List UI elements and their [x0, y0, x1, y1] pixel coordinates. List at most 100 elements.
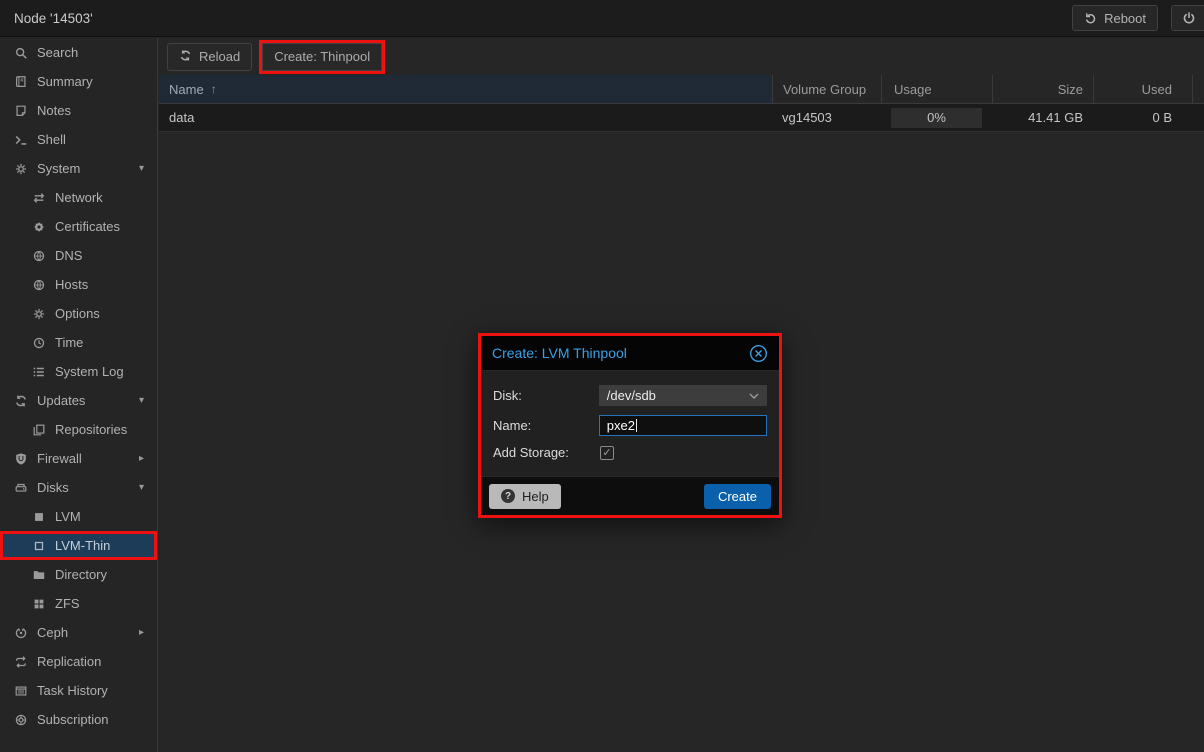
- table-header: Name ↑ Volume Group Usage Size Used: [159, 75, 1204, 104]
- toolbar: Reload Create: Thinpool: [159, 38, 1204, 75]
- search-icon: [13, 45, 28, 60]
- clock-icon: [31, 335, 46, 350]
- sidebar-item-lvm[interactable]: LVM: [0, 502, 157, 531]
- list-icon: [31, 364, 46, 379]
- reboot-label: Reboot: [1104, 11, 1146, 26]
- chevron-down-icon[interactable]: ▾: [139, 163, 144, 174]
- sidebar-item-updates[interactable]: Updates ▾: [0, 386, 157, 415]
- sidebar-item-network[interactable]: Network: [0, 183, 157, 212]
- folder-icon: [31, 567, 46, 582]
- sidebar-item-lvm-thin[interactable]: LVM-Thin: [0, 531, 157, 560]
- power-icon: [1182, 11, 1196, 25]
- cell-name: data: [159, 104, 772, 131]
- create-button[interactable]: Create: [704, 484, 771, 509]
- refresh-icon: [179, 49, 192, 65]
- sidebar: Search Summary Notes Shell System ▾ Netw…: [0, 38, 158, 752]
- text-cursor: [636, 419, 637, 432]
- add-storage-checkbox[interactable]: ✓: [600, 446, 614, 460]
- column-header-name[interactable]: Name ↑: [159, 75, 772, 103]
- name-field-label: Name:: [493, 418, 599, 433]
- chevron-down-icon[interactable]: ▾: [139, 482, 144, 493]
- question-mark-icon: ?: [501, 489, 515, 503]
- reload-label: Reload: [199, 49, 240, 64]
- sidebar-item-subscription[interactable]: Subscription: [0, 705, 157, 734]
- dialog-header[interactable]: Create: LVM Thinpool: [481, 336, 779, 371]
- dialog-footer: ? Help Create: [481, 476, 779, 515]
- page-title: Node '14503': [14, 11, 93, 26]
- column-header-used[interactable]: Used: [1093, 75, 1192, 103]
- sidebar-item-dns[interactable]: DNS: [0, 241, 157, 270]
- sidebar-item-directory[interactable]: Directory: [0, 560, 157, 589]
- arrows-swap-icon: [31, 190, 46, 205]
- sidebar-item-certificates[interactable]: Certificates: [0, 212, 157, 241]
- chevron-down-icon: [749, 393, 759, 399]
- reload-button[interactable]: Reload: [167, 43, 252, 71]
- sort-ascending-icon: ↑: [211, 82, 217, 96]
- terminal-icon: [13, 132, 28, 147]
- cell-usage: 0%: [881, 104, 992, 131]
- seal-icon: [31, 219, 46, 234]
- column-header-filler: [1192, 75, 1204, 103]
- checkmark-icon: ✓: [602, 446, 611, 459]
- disk-select-value: /dev/sdb: [607, 388, 656, 403]
- annotation-box-create-thinpool: Create: Thinpool: [259, 40, 385, 74]
- sidebar-item-repositories[interactable]: Repositories: [0, 415, 157, 444]
- sidebar-item-ceph[interactable]: Ceph ▸: [0, 618, 157, 647]
- disk-field-label: Disk:: [493, 388, 599, 403]
- reboot-icon: [1084, 12, 1097, 25]
- drive-icon: [13, 480, 28, 495]
- sidebar-item-task-history[interactable]: Task History: [0, 676, 157, 705]
- name-input[interactable]: pxe2: [599, 415, 767, 436]
- sidebar-item-search[interactable]: Search: [0, 38, 157, 67]
- sidebar-item-shell[interactable]: Shell: [0, 125, 157, 154]
- create-lvm-thinpool-dialog: Create: LVM Thinpool Disk: /dev/sdb Name…: [478, 333, 782, 518]
- reboot-button[interactable]: Reboot: [1072, 5, 1158, 31]
- help-button[interactable]: ? Help: [489, 484, 561, 509]
- shield-icon: [13, 451, 28, 466]
- cycle-arrows-icon: [13, 654, 28, 669]
- cell-used: 0 B: [1093, 104, 1192, 131]
- cell-size: 41.41 GB: [992, 104, 1093, 131]
- chevron-down-icon[interactable]: ▾: [139, 395, 144, 406]
- sidebar-item-replication[interactable]: Replication: [0, 647, 157, 676]
- column-header-usage[interactable]: Usage: [881, 75, 992, 103]
- table-row[interactable]: data vg14503 0% 41.41 GB 0 B: [159, 104, 1204, 132]
- sidebar-item-system-log[interactable]: System Log: [0, 357, 157, 386]
- sidebar-item-notes[interactable]: Notes: [0, 96, 157, 125]
- book-icon: [13, 74, 28, 89]
- shutdown-button[interactable]: [1171, 5, 1204, 31]
- sidebar-item-firewall[interactable]: Firewall ▸: [0, 444, 157, 473]
- sidebar-item-time[interactable]: Time: [0, 328, 157, 357]
- task-list-icon: [13, 683, 28, 698]
- globe-icon: [31, 248, 46, 263]
- copy-icon: [31, 422, 46, 437]
- sidebar-item-options[interactable]: Options: [0, 299, 157, 328]
- create-thinpool-button[interactable]: Create: Thinpool: [262, 43, 382, 71]
- proxmox-node-window: Node '14503' Reboot Search Summary Notes…: [0, 0, 1204, 752]
- dialog-title: Create: LVM Thinpool: [492, 345, 627, 361]
- chevron-right-icon[interactable]: ▸: [139, 453, 144, 464]
- ceph-icon: [13, 625, 28, 640]
- disk-select[interactable]: /dev/sdb: [599, 385, 767, 406]
- gear-icon: [31, 306, 46, 321]
- square-outline-icon: [31, 538, 46, 553]
- add-storage-field-label: Add Storage:: [493, 445, 600, 460]
- close-icon[interactable]: [749, 344, 768, 363]
- square-filled-icon: [31, 509, 46, 524]
- column-header-volume-group[interactable]: Volume Group: [772, 75, 881, 103]
- note-icon: [13, 103, 28, 118]
- sidebar-item-hosts[interactable]: Hosts: [0, 270, 157, 299]
- column-header-size[interactable]: Size: [992, 75, 1093, 103]
- sidebar-item-zfs[interactable]: ZFS: [0, 589, 157, 618]
- sidebar-item-summary[interactable]: Summary: [0, 67, 157, 96]
- grid-icon: [31, 596, 46, 611]
- create-thinpool-label: Create: Thinpool: [274, 49, 370, 64]
- name-input-value: pxe2: [607, 418, 635, 433]
- dialog-body: Disk: /dev/sdb Name: pxe2 Add Storage: ✓: [481, 371, 779, 476]
- usage-progress-bar: 0%: [891, 108, 982, 128]
- top-bar: Node '14503' Reboot: [0, 0, 1204, 37]
- sidebar-item-disks[interactable]: Disks ▾: [0, 473, 157, 502]
- chevron-right-icon[interactable]: ▸: [139, 627, 144, 638]
- cell-volume-group: vg14503: [772, 104, 881, 131]
- sidebar-item-system[interactable]: System ▾: [0, 154, 157, 183]
